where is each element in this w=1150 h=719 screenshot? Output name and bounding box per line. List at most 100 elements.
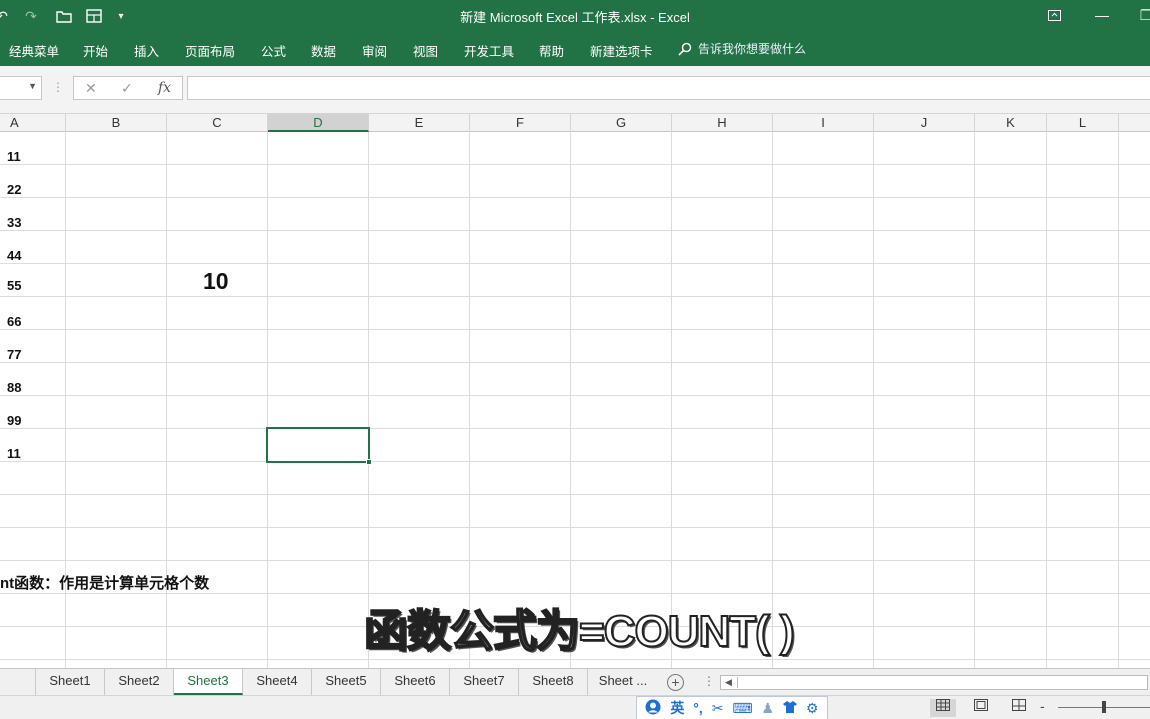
gridline — [0, 494, 1150, 495]
page-layout-view-icon[interactable] — [968, 699, 994, 717]
tell-me-box[interactable]: 告诉我你想要做什么 — [678, 40, 806, 57]
add-sheet-icon[interactable]: + — [667, 674, 684, 691]
menu-new-tab[interactable]: 新建选项卡 — [590, 41, 653, 60]
normal-view-icon[interactable] — [930, 699, 956, 717]
column-header-m[interactable] — [1119, 114, 1150, 132]
menu-home[interactable]: 开始 — [83, 41, 108, 60]
settings-icon[interactable]: ⚙ — [806, 700, 819, 717]
worksheet-grid[interactable]: 11 22 33 44 55 66 77 88 99 11 10 nt函数：作用… — [0, 132, 1150, 668]
menu-classic[interactable]: 经典菜单 — [9, 41, 59, 60]
gridline — [0, 263, 1150, 264]
cell-note-text[interactable]: nt函数：作用是计算单元格个数 — [0, 572, 209, 593]
column-header-b[interactable]: B — [66, 114, 167, 132]
scrollbar-thumb[interactable] — [737, 677, 1137, 688]
video-subtitle: 函数公式为=COUNT( ) — [363, 606, 796, 657]
sheet-tab-3[interactable]: Sheet3 — [174, 669, 243, 695]
gridline — [0, 428, 1150, 429]
ribbon-display-icon[interactable] — [1043, 5, 1065, 25]
gridline — [0, 659, 1150, 660]
selected-cell[interactable] — [266, 427, 372, 465]
column-header-e[interactable]: E — [369, 114, 470, 132]
sheet-tab-more[interactable]: Sheet ... — [588, 669, 658, 695]
cell-a-value[interactable]: 22 — [7, 182, 21, 197]
zoom-knob[interactable] — [1102, 701, 1106, 713]
horizontal-scrollbar[interactable]: ◀ — [720, 675, 1148, 690]
sheet-tab-4[interactable]: Sheet4 — [243, 669, 312, 695]
formula-input[interactable] — [187, 76, 1150, 100]
insert-function-icon[interactable]: fx — [158, 80, 171, 96]
name-box[interactable]: ▼ — [0, 76, 42, 100]
zoom-slider[interactable]: - — [1040, 698, 1150, 716]
formula-bar-splitter[interactable]: ⋮ — [52, 80, 64, 94]
search-icon — [678, 42, 692, 56]
scroll-left-icon[interactable]: ◀ — [725, 677, 732, 688]
column-header-l[interactable]: L — [1047, 114, 1119, 132]
minimize-button[interactable]: — — [1091, 5, 1113, 25]
column-header-d[interactable]: D — [268, 114, 369, 132]
column-header-j[interactable]: J — [874, 114, 975, 132]
formula-buttons: ✕ ✓ fx — [73, 76, 183, 100]
cell-a-value[interactable]: 88 — [7, 380, 21, 395]
cell-a-value[interactable]: 11 — [7, 149, 21, 164]
menu-developer[interactable]: 开发工具 — [464, 41, 514, 60]
gridline — [0, 560, 1150, 561]
gridline — [1118, 132, 1119, 668]
menu-formulas[interactable]: 公式 — [261, 41, 286, 60]
ime-lang-label[interactable]: 英 — [670, 698, 684, 718]
gridline — [1046, 132, 1047, 668]
sheet-tab-5[interactable]: Sheet5 — [312, 669, 381, 695]
user-icon[interactable]: ♟ — [762, 700, 775, 717]
restore-button[interactable]: ❐ — [1135, 5, 1150, 25]
name-box-dropdown-icon[interactable]: ▼ — [28, 81, 37, 91]
menu-page-layout[interactable]: 页面布局 — [185, 41, 235, 60]
gridline — [0, 230, 1150, 231]
skin-icon[interactable] — [783, 700, 797, 717]
cell-a-value[interactable]: 33 — [7, 215, 21, 230]
cell-a-value[interactable]: 66 — [7, 314, 21, 329]
gridline — [0, 395, 1150, 396]
ime-toolbar[interactable]: 英 °, ✂ ⌨ ♟ ⚙ — [636, 696, 828, 719]
column-header-k[interactable]: K — [975, 114, 1047, 132]
cell-a-value[interactable]: 55 — [7, 278, 21, 293]
menu-insert[interactable]: 插入 — [134, 41, 159, 60]
status-bar: 英 °, ✂ ⌨ ♟ ⚙ - — [0, 695, 1150, 719]
sheet-tab-7[interactable]: Sheet7 — [450, 669, 519, 695]
gridline — [0, 197, 1150, 198]
window-title: 新建 Microsoft Excel 工作表.xlsx - Excel — [460, 10, 690, 25]
column-header-h[interactable]: H — [672, 114, 773, 132]
fill-handle[interactable] — [366, 459, 372, 465]
cell-c-result[interactable]: 10 — [203, 268, 229, 295]
cell-a-value[interactable]: 44 — [7, 248, 21, 263]
cancel-icon[interactable]: ✕ — [85, 80, 97, 97]
column-header-g[interactable]: G — [571, 114, 672, 132]
enter-icon[interactable]: ✓ — [121, 80, 133, 97]
zoom-out-button[interactable]: - — [1040, 698, 1045, 714]
gridline — [267, 132, 268, 668]
column-header-f[interactable]: F — [470, 114, 571, 132]
page-break-view-icon[interactable] — [1006, 699, 1032, 717]
menu-data[interactable]: 数据 — [311, 41, 336, 60]
scissors-icon[interactable]: ✂ — [712, 700, 724, 717]
keyboard-icon[interactable]: ⌨ — [732, 700, 752, 717]
sheet-tab-8[interactable]: Sheet8 — [519, 669, 588, 695]
menu-review[interactable]: 审阅 — [362, 41, 387, 60]
sheet-tab-1[interactable]: Sheet1 — [36, 669, 105, 695]
gridline — [0, 329, 1150, 330]
sheet-tab-6[interactable]: Sheet6 — [381, 669, 450, 695]
menu-view[interactable]: 视图 — [413, 41, 438, 60]
formula-bar: ▼ ⋮ ✕ ✓ fx — [0, 66, 1150, 114]
column-header-a[interactable]: A — [0, 114, 66, 132]
ime-logo-icon[interactable] — [645, 699, 661, 718]
cell-a-value[interactable]: 77 — [7, 347, 21, 362]
cell-a-value[interactable]: 99 — [7, 413, 21, 428]
cell-a-value[interactable]: 11 — [7, 446, 21, 461]
column-header-i[interactable]: I — [773, 114, 874, 132]
gridline — [772, 132, 773, 668]
sheet-tab-2[interactable]: Sheet2 — [105, 669, 174, 695]
punctuation-icon[interactable]: °, — [693, 700, 703, 716]
menu-help[interactable]: 帮助 — [539, 41, 564, 60]
gridline — [974, 132, 975, 668]
column-header-c[interactable]: C — [167, 114, 268, 132]
gridline — [671, 132, 672, 668]
tab-splitter-icon[interactable]: ⋮ — [703, 674, 715, 688]
